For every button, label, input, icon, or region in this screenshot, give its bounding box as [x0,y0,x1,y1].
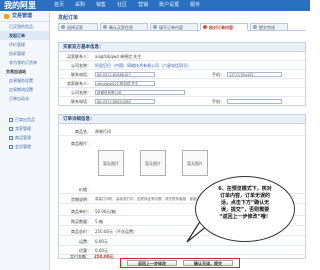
list-icon [9,145,13,149]
info-row: 联系电话： 86-0571-88814586 手机： [59,97,305,106]
list-icon [9,127,13,131]
sidebar-item-complaints[interactable]: 投诉管理 [0,49,49,58]
buyer-contact: alijqfsdjqwd 林德信 先生 [95,54,142,59]
step-number-icon [253,25,257,29]
top-menu-sales[interactable]: 销售 [96,0,106,11]
sidebar-item-order-automation[interactable]: 订单自动化 [0,94,49,103]
sidebar-item-service-settings[interactable]: 交易服务设置 [0,76,49,85]
step-number-icon [103,25,107,29]
info-row: 买家联系人： alijqfsdjqwd 林德信 先生 [59,52,305,61]
section-title: 订单详细信息： [59,115,305,124]
action-bar: 返回上一步修改 确认无误，提交 [120,258,240,268]
top-menu-community[interactable]: 社区 [117,0,127,11]
product-image-2: 暂无图片 [140,150,166,176]
section-title: 买家双方基本信息： [59,43,305,52]
sidebar-item-sold[interactable]: 已卖出货品 [0,115,49,124]
page-title: 发起订单 [58,15,79,21]
step-review-order[interactable]: 核对订单内容 [200,23,248,31]
product-name: 原装打印 [95,129,111,134]
buyer-mobile-field[interactable]: 13771784435 [227,72,282,77]
top-menu-home[interactable]: 首页 [54,0,64,11]
seller-contact-field[interactable]: xenowwl525 陈加斌 先生 [95,81,155,86]
buyer-phone-field[interactable]: 86-0571-85688187 [95,72,155,77]
seller-mobile-field[interactable] [227,99,282,104]
sidebar: 交易管理 已买到的货品 发起订单 评价管理 投诉管理 求为我的订货单 交易加油站… [0,11,50,270]
detail-row: 运费： 0.00元 [59,237,305,246]
sidebar-item-orders-for-me[interactable]: 求为我的订货单 [0,58,49,67]
top-menu-marketing[interactable]: 营销 [138,0,148,11]
party-info-section: 买家双方基本信息： 买家联系人： alijqfsdjqwd 林德信 先生 公司名… [58,42,306,106]
top-navigation-bar: 我的阿里 首页 采购 销售 社区 营销 账户设置 服务 [0,0,310,11]
buyer-company-link[interactable]: 阿里巴巴（中国）网络技术有限公司（六星电话同号） [95,61,191,70]
step-confirm-buyer[interactable]: 确认买家信息 [100,23,148,31]
detail-row: 商品名： 原装打印 [59,127,305,136]
shipping-fee: 0.00元 [95,239,108,244]
sidebar-item-member-manage[interactable]: 会员管理 [0,142,49,151]
list-icon [9,136,13,140]
sidebar-item-bought[interactable]: 已买到的货品 [0,22,49,31]
sidebar-item-trade-station[interactable]: 交易加油站 [0,67,49,76]
step-submit[interactable]: 提交完成 [250,23,288,31]
product-image-1: 暂无图片 [98,150,124,176]
product-description: 原装打印机，高标准打印，品质保证有问题，请先联系客服，谢谢光临 [95,197,204,201]
step-select-buyer[interactable]: 选择买家 [58,23,98,31]
product-image-3: 暂无图片 [182,150,208,176]
sidebar-item-reviews[interactable]: 评价管理 [0,40,49,49]
top-menu-account[interactable]: 账户设置 [159,0,179,11]
sidebar-item-product-manage[interactable]: 商品管理 [0,133,49,142]
top-menu-purchase[interactable]: 采购 [75,0,85,11]
seller-company-field[interactable]: 林德信有限公司 [95,90,185,95]
confirm-submit-button[interactable]: 确认无误，提交 [183,260,233,266]
callout-text: 6、在预览模式下，核对 订单内容，订单无误的 话，点击下方“确认无 误，提交”，… [218,186,272,220]
total-paid: 250.00元 [94,254,114,259]
info-row: 公司名称： 林德信有限公司 [59,88,305,97]
back-edit-button[interactable]: 返回上一步修改 [127,260,177,266]
subtotal: 250.00元（不含运费） [95,229,137,234]
list-icon [9,118,13,122]
sidebar-title: 交易管理 [0,11,49,22]
step-tabs: 选择买家 确认买家信息 填写订单内容 核对订单内容 提交完成 [58,22,306,31]
sidebar-item-seller-manage[interactable]: 卖家管理 [0,124,49,133]
top-menu: 首页 采购 销售 社区 营销 账户设置 服务 [54,0,200,11]
trade-icon [4,14,9,19]
sidebar-item-create-order[interactable]: 发起订单 [0,31,49,40]
info-row: 卖家联系人： xenowwl525 陈加斌 先生 [59,79,305,88]
site-logo[interactable]: 我的阿里 [4,1,36,10]
seller-phone-field[interactable]: 86-0571-88814586 [95,99,155,104]
quantity: 5 箱 [95,219,103,224]
unit-price: 50.00元/箱 [95,209,116,214]
step-number-icon [61,25,65,29]
top-menu-service[interactable]: 服务 [190,0,200,11]
step-number-icon [203,25,207,29]
step-number-icon [153,25,157,29]
sidebar-item-logistics-settings[interactable]: 交易物流设置 [0,85,49,94]
step-fill-order[interactable]: 填写订单内容 [150,23,198,31]
info-row: 公司名称： 阿里巴巴（中国）网络技术有限公司（六星电话同号） [59,61,305,70]
info-row: 联系电话： 86-0571-85688187 手机： 13771784435 [59,70,305,79]
